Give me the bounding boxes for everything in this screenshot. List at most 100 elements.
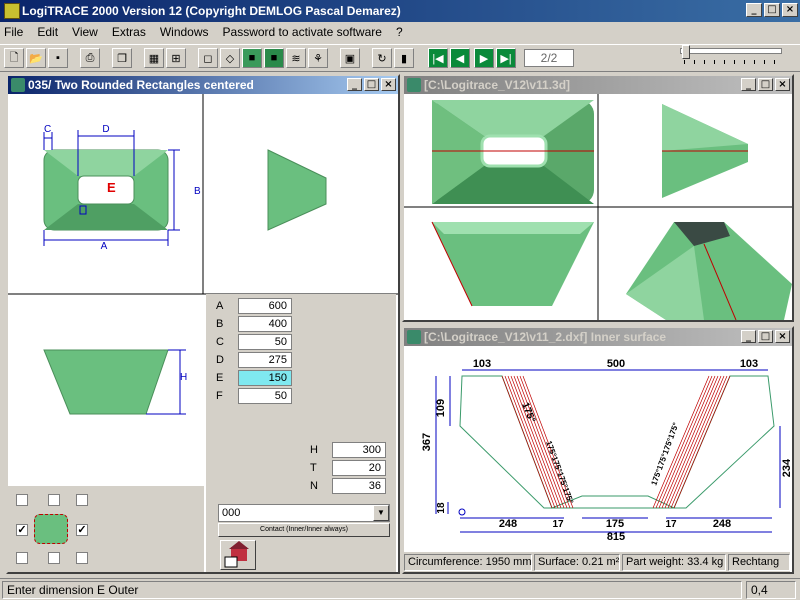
orient-checkbox-bm[interactable] bbox=[48, 552, 60, 564]
app-title: LogiTRACE 2000 Version 12 (Copyright DEM… bbox=[22, 4, 401, 18]
chevron-down-icon[interactable]: ▼ bbox=[373, 505, 389, 521]
new-file-icon[interactable]: 🗋 bbox=[4, 48, 24, 68]
solid-cube-icon[interactable]: ■ bbox=[242, 48, 262, 68]
orient-checkbox-tm[interactable] bbox=[48, 494, 60, 506]
zoom-slider-thumb[interactable] bbox=[682, 45, 690, 59]
top-view: A B C D E bbox=[43, 124, 201, 252]
dxf-dim-left-1: 109 bbox=[435, 399, 447, 417]
open-folder-icon[interactable]: 📂 bbox=[26, 48, 46, 68]
weight-readout: Part weight: 33.4 kg bbox=[622, 554, 726, 571]
param-d-field[interactable]: 275 bbox=[238, 352, 292, 368]
wireframe-cube-icon[interactable]: ◻ bbox=[198, 48, 218, 68]
menu-help[interactable]: ? bbox=[396, 25, 403, 39]
param-row-t: T 20 bbox=[310, 460, 386, 476]
dxf-minimize-button[interactable]: _ bbox=[741, 330, 756, 343]
copy-icon[interactable]: ❐ bbox=[112, 48, 132, 68]
param-row-c: C 50 bbox=[216, 334, 292, 350]
orient-checkbox-br[interactable] bbox=[76, 552, 88, 564]
3d-top-view bbox=[432, 100, 594, 204]
wizard-icon[interactable] bbox=[220, 540, 256, 570]
prev-page-icon[interactable]: ◀ bbox=[450, 48, 470, 68]
part-minimize-button[interactable]: _ bbox=[347, 78, 362, 91]
3d-minimize-button[interactable]: _ bbox=[741, 78, 756, 91]
param-n-field[interactable]: 36 bbox=[332, 478, 386, 494]
dim-b-label: B bbox=[194, 186, 201, 197]
circumference-readout: Circumference: 1950 mm bbox=[404, 554, 532, 571]
menu-file[interactable]: File bbox=[4, 25, 23, 39]
statusbar: Enter dimension E Outer 0,4 bbox=[0, 578, 800, 599]
shape-preview-icon bbox=[34, 514, 68, 544]
dxf-window-icon bbox=[407, 330, 421, 344]
dxf-angles-left: 175°175°175°175° bbox=[544, 440, 575, 505]
3d-close-button[interactable]: × bbox=[775, 78, 790, 91]
window-part-title: 035/ Two Rounded Rectangles centered bbox=[28, 78, 254, 92]
tree-icon[interactable]: ⚘ bbox=[308, 48, 328, 68]
zoom-slider-track[interactable] bbox=[680, 48, 782, 54]
right-view-shape bbox=[267, 149, 327, 231]
dxf-dim-bot-5: 248 bbox=[713, 518, 731, 530]
dxf-close-button[interactable]: × bbox=[775, 330, 790, 343]
part-maximize-button[interactable]: □ bbox=[364, 78, 379, 91]
param-b-field[interactable]: 400 bbox=[238, 316, 292, 332]
param-row-d: D 275 bbox=[216, 352, 292, 368]
param-b-label: B bbox=[216, 318, 224, 330]
window-part-titlebar: 035/ Two Rounded Rectangles centered _ □… bbox=[8, 76, 398, 94]
param-f-field[interactable]: 50 bbox=[238, 388, 292, 404]
menu-view[interactable]: View bbox=[72, 25, 98, 39]
menubar: File Edit View Extras Windows Password t… bbox=[0, 22, 800, 42]
dxf-dim-bot-1: 248 bbox=[499, 518, 517, 530]
param-c-label: C bbox=[216, 336, 224, 348]
dxf-dim-left-3: 18 bbox=[436, 502, 447, 514]
menu-windows[interactable]: Windows bbox=[160, 25, 209, 39]
param-f-label: F bbox=[216, 390, 223, 402]
param-row-n: N 36 bbox=[310, 478, 386, 494]
menu-password[interactable]: Password to activate software bbox=[223, 25, 382, 39]
param-a-field[interactable]: 600 bbox=[238, 298, 292, 314]
menu-extras[interactable]: Extras bbox=[112, 25, 146, 39]
param-c-field[interactable]: 50 bbox=[238, 334, 292, 350]
contact-button[interactable]: Contact (Inner/Inner always) bbox=[218, 523, 390, 537]
contact-combo-value: 000 bbox=[222, 507, 241, 519]
exit-icon[interactable]: ▮ bbox=[394, 48, 414, 68]
close-button[interactable]: × bbox=[782, 3, 798, 17]
dxf-maximize-button[interactable]: □ bbox=[758, 330, 773, 343]
dim-d-label: D bbox=[102, 124, 109, 135]
cube-outline-icon[interactable]: ◇ bbox=[220, 48, 240, 68]
window-3d-title: [C:\Logitrace_V12\v11.3d] bbox=[424, 78, 571, 92]
param-h-field[interactable]: 300 bbox=[332, 442, 386, 458]
dxf-dim-top-mid: 500 bbox=[607, 358, 625, 370]
window-3d-titlebar: [C:\Logitrace_V12\v11.3d] _ □ × bbox=[404, 76, 792, 94]
orient-checkbox-mr[interactable]: ✓ bbox=[76, 524, 88, 536]
param-t-field[interactable]: 20 bbox=[332, 460, 386, 476]
unfold-icon[interactable]: ▣ bbox=[340, 48, 360, 68]
3d-window-icon bbox=[407, 78, 421, 92]
view-quad-icon[interactable]: ⊞ bbox=[166, 48, 186, 68]
status-value: 0,4 bbox=[746, 581, 796, 599]
3d-view-canvas bbox=[404, 94, 792, 320]
param-e-field[interactable]: 150 bbox=[238, 370, 292, 386]
param-row-b: B 400 bbox=[216, 316, 292, 332]
param-e-label: E bbox=[216, 372, 224, 384]
minimize-button[interactable]: _ bbox=[746, 3, 762, 17]
rotate-icon[interactable]: ↻ bbox=[372, 48, 392, 68]
orient-checkbox-bl[interactable] bbox=[16, 552, 28, 564]
orient-checkbox-ml[interactable]: ✓ bbox=[16, 524, 28, 536]
view-single-icon[interactable]: ▦ bbox=[144, 48, 164, 68]
print-icon[interactable]: ⎙ bbox=[80, 48, 100, 68]
shaded-cube-icon[interactable]: ■ bbox=[264, 48, 284, 68]
next-page-icon[interactable]: ▶ bbox=[474, 48, 494, 68]
param-row-a: A 600 bbox=[216, 298, 292, 314]
menu-edit[interactable]: Edit bbox=[37, 25, 58, 39]
3d-maximize-button[interactable]: □ bbox=[758, 78, 773, 91]
orient-checkbox-tr[interactable] bbox=[76, 494, 88, 506]
first-page-icon[interactable]: |◀ bbox=[428, 48, 448, 68]
3d-front-view bbox=[431, 221, 594, 307]
maximize-button[interactable]: □ bbox=[764, 3, 780, 17]
last-page-icon[interactable]: ▶| bbox=[496, 48, 516, 68]
dxf-dim-right: 234 bbox=[781, 458, 792, 477]
orient-checkbox-tl[interactable] bbox=[16, 494, 28, 506]
contact-combo[interactable]: 000 ▼ bbox=[218, 504, 390, 522]
save-icon[interactable]: ▪ bbox=[48, 48, 68, 68]
color-render-icon[interactable]: ≋ bbox=[286, 48, 306, 68]
part-close-button[interactable]: × bbox=[381, 78, 396, 91]
